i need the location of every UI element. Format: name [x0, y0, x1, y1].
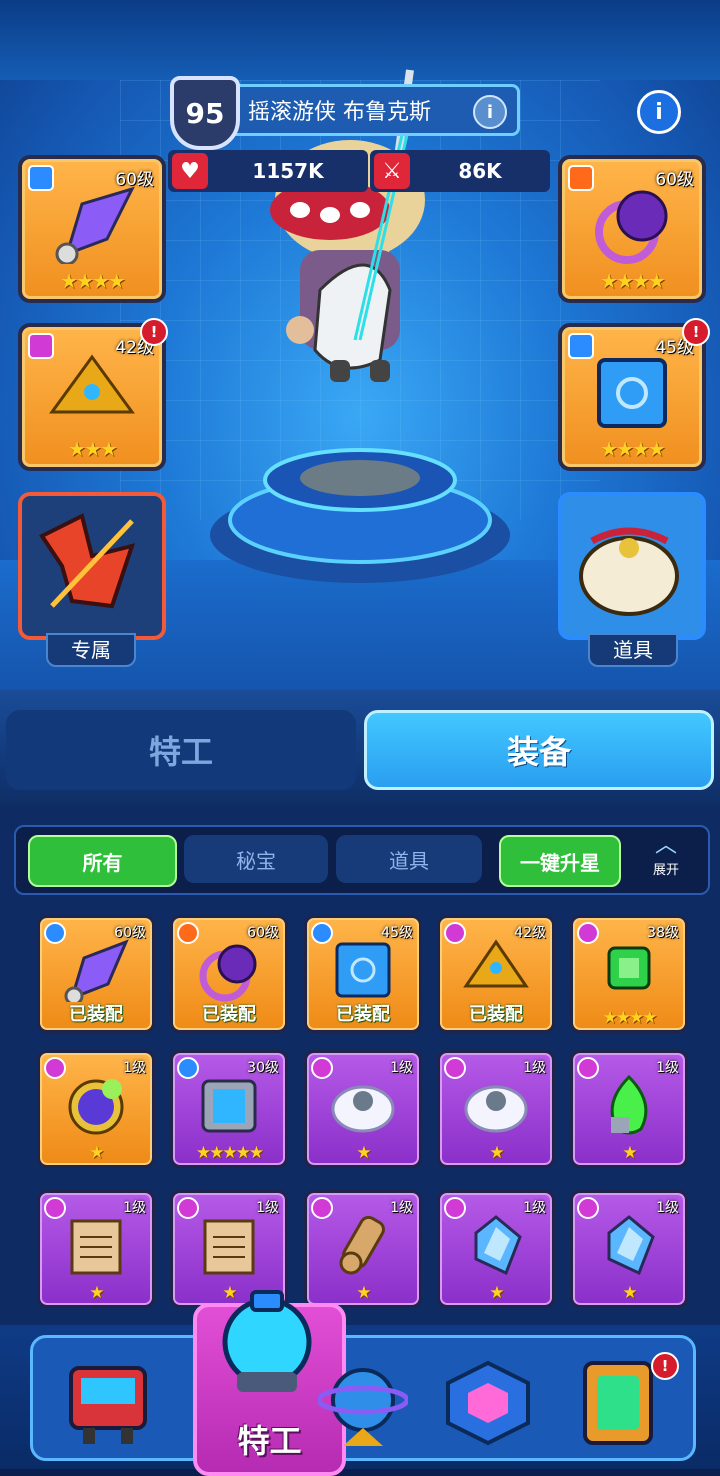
cube-icon[interactable] [443, 1358, 533, 1448]
crystal-pendant-icon [474, 1215, 522, 1276]
bell-bag-icon [579, 527, 679, 616]
inventory-item[interactable]: 1级 ★ [304, 1050, 422, 1168]
hp-value: 1157K [252, 159, 324, 183]
hero-pedestal [210, 448, 510, 583]
slot-right-1[interactable]: 60级 ★★★★ [558, 155, 706, 303]
hero-name-bar: 摇滚游侠 布鲁克斯 i [225, 84, 520, 136]
inventory-item[interactable]: 60级 已装配 [37, 915, 155, 1033]
filter-items[interactable]: 道具 [336, 835, 482, 883]
golden-pyramid-icon [463, 939, 529, 988]
exclusive-tag: 专属 [46, 633, 136, 667]
main-tabs: 特工 装备 [0, 690, 720, 805]
filter-treasure[interactable]: 秘宝 [184, 835, 328, 883]
slot-exclusive[interactable] [18, 492, 166, 640]
purple-ring-icon [199, 944, 257, 1002]
inventory-item[interactable]: 1级 ★ [37, 1050, 155, 1168]
item-stars: ★ [489, 1283, 504, 1303]
slot-stars: ★★★★ [60, 269, 126, 293]
slot-left-2[interactable]: 42级 ★★★ [18, 323, 166, 471]
hp-stat: ♥ 1157K [168, 150, 368, 192]
sword-icon: ⚔ [374, 153, 410, 189]
rune-paper-icon [70, 1219, 122, 1275]
item-stars: ★ [489, 1143, 504, 1163]
pocket-watch-icon [68, 1079, 124, 1135]
crystal-pendant-icon [607, 1215, 655, 1276]
crystal-sword-icon [55, 186, 135, 264]
hero-level-badge: 95 [170, 76, 240, 150]
inventory-item[interactable]: 30级 ★★★★★ [170, 1050, 288, 1168]
equipped-label: 已装配 [202, 1004, 256, 1025]
item-tag: 道具 [588, 633, 678, 667]
filter-bar: 所有 秘宝 道具 一键升星 ︿ 展开 [14, 825, 710, 895]
hero-name: 摇滚游侠 布鲁克斯 [248, 100, 431, 125]
inventory-item[interactable]: 1级 ★ [570, 1050, 688, 1168]
inventory-panel: 所有 秘宝 道具 一键升星 ︿ 展开 60级 已装配 60级 已装配 45级 已装配 42级… [0, 805, 720, 1325]
robot-shop-icon[interactable] [63, 1358, 153, 1448]
slot-right-2[interactable]: 45级 ★★★★ [558, 323, 706, 471]
info-button[interactable]: i [637, 90, 681, 134]
heart-icon: ♥ [172, 153, 208, 189]
green-gem-icon [607, 946, 651, 990]
inventory-item[interactable]: 1级 ★ [437, 1190, 555, 1308]
slot-stars: ★★★ [68, 437, 118, 461]
golden-pyramid-icon [49, 354, 135, 414]
slot-left-1[interactable]: 60级 ★★★★ [18, 155, 166, 303]
green-flame-icon [610, 1074, 648, 1135]
tab-agent[interactable]: 特工 [6, 710, 356, 790]
item-stars: ★★★★★ [195, 1143, 264, 1163]
broken-guitar-icon [39, 513, 136, 609]
blue-frame-icon [201, 1079, 257, 1133]
equipped-label: 已装配 [336, 1004, 390, 1025]
blue-cube-icon [597, 358, 667, 428]
equipped-label: 已装配 [69, 1004, 123, 1025]
device-icon[interactable] [573, 1358, 663, 1448]
planet-icon[interactable] [318, 1358, 408, 1448]
purple-ring-icon [595, 190, 668, 264]
helmet-icon [222, 1290, 312, 1392]
fur-ring-icon [331, 1085, 395, 1133]
upgrade-all-button[interactable]: 一键升星 [499, 835, 621, 887]
atk-stat: ⚔ 86K [370, 150, 550, 192]
inventory-item[interactable]: 1级 ★ [37, 1190, 155, 1308]
equipped-label: 已装配 [469, 1004, 523, 1025]
inventory-item[interactable]: 1级 ★ [570, 1190, 688, 1308]
item-stars: ★★★★ [602, 1008, 658, 1028]
hero-info-icon[interactable]: i [473, 95, 507, 129]
slot-item[interactable] [558, 492, 706, 640]
inventory-item[interactable]: 1级 ★ [304, 1190, 422, 1308]
atk-value: 86K [458, 159, 502, 183]
item-stars: ★ [356, 1143, 371, 1163]
item-stars: ★ [622, 1143, 637, 1163]
scroll-icon [339, 1215, 385, 1275]
alert-icon: ! [682, 318, 710, 346]
inventory-item[interactable]: 45级 已装配 [304, 915, 422, 1033]
crystal-sword-icon [64, 939, 129, 1002]
blue-cube-icon [335, 942, 391, 998]
inventory-item[interactable]: 60级 已装配 [170, 915, 288, 1033]
expand-button[interactable]: ︿ 展开 [636, 833, 696, 887]
nav-tray: 特工 ! [30, 1290, 696, 1476]
slot-stars: ★★★★ [600, 269, 666, 293]
item-stars: ★ [356, 1283, 371, 1303]
alert-icon: ! [140, 318, 168, 346]
item-stars: ★ [89, 1143, 104, 1163]
rune-paper-icon [203, 1219, 255, 1275]
tab-equipment[interactable]: 装备 [364, 710, 714, 790]
inventory-item[interactable]: 1级 ★ [437, 1050, 555, 1168]
inventory-item[interactable]: 38级 ★★★★ [570, 915, 688, 1033]
hero-level: 95 [185, 96, 225, 130]
filter-all[interactable]: 所有 [28, 835, 177, 887]
inventory-item[interactable]: 42级 已装配 [437, 915, 555, 1033]
item-stars: ★ [622, 1283, 637, 1303]
chevron-up-icon: ︿ [654, 833, 677, 858]
bottom-nav: 特工 ! [0, 1290, 720, 1476]
expand-label: 展开 [652, 863, 679, 878]
fur-ring-icon [464, 1085, 528, 1133]
item-stars: ★ [89, 1283, 104, 1303]
nav-alert-icon: ! [651, 1352, 679, 1380]
slot-stars: ★★★★ [600, 437, 666, 461]
